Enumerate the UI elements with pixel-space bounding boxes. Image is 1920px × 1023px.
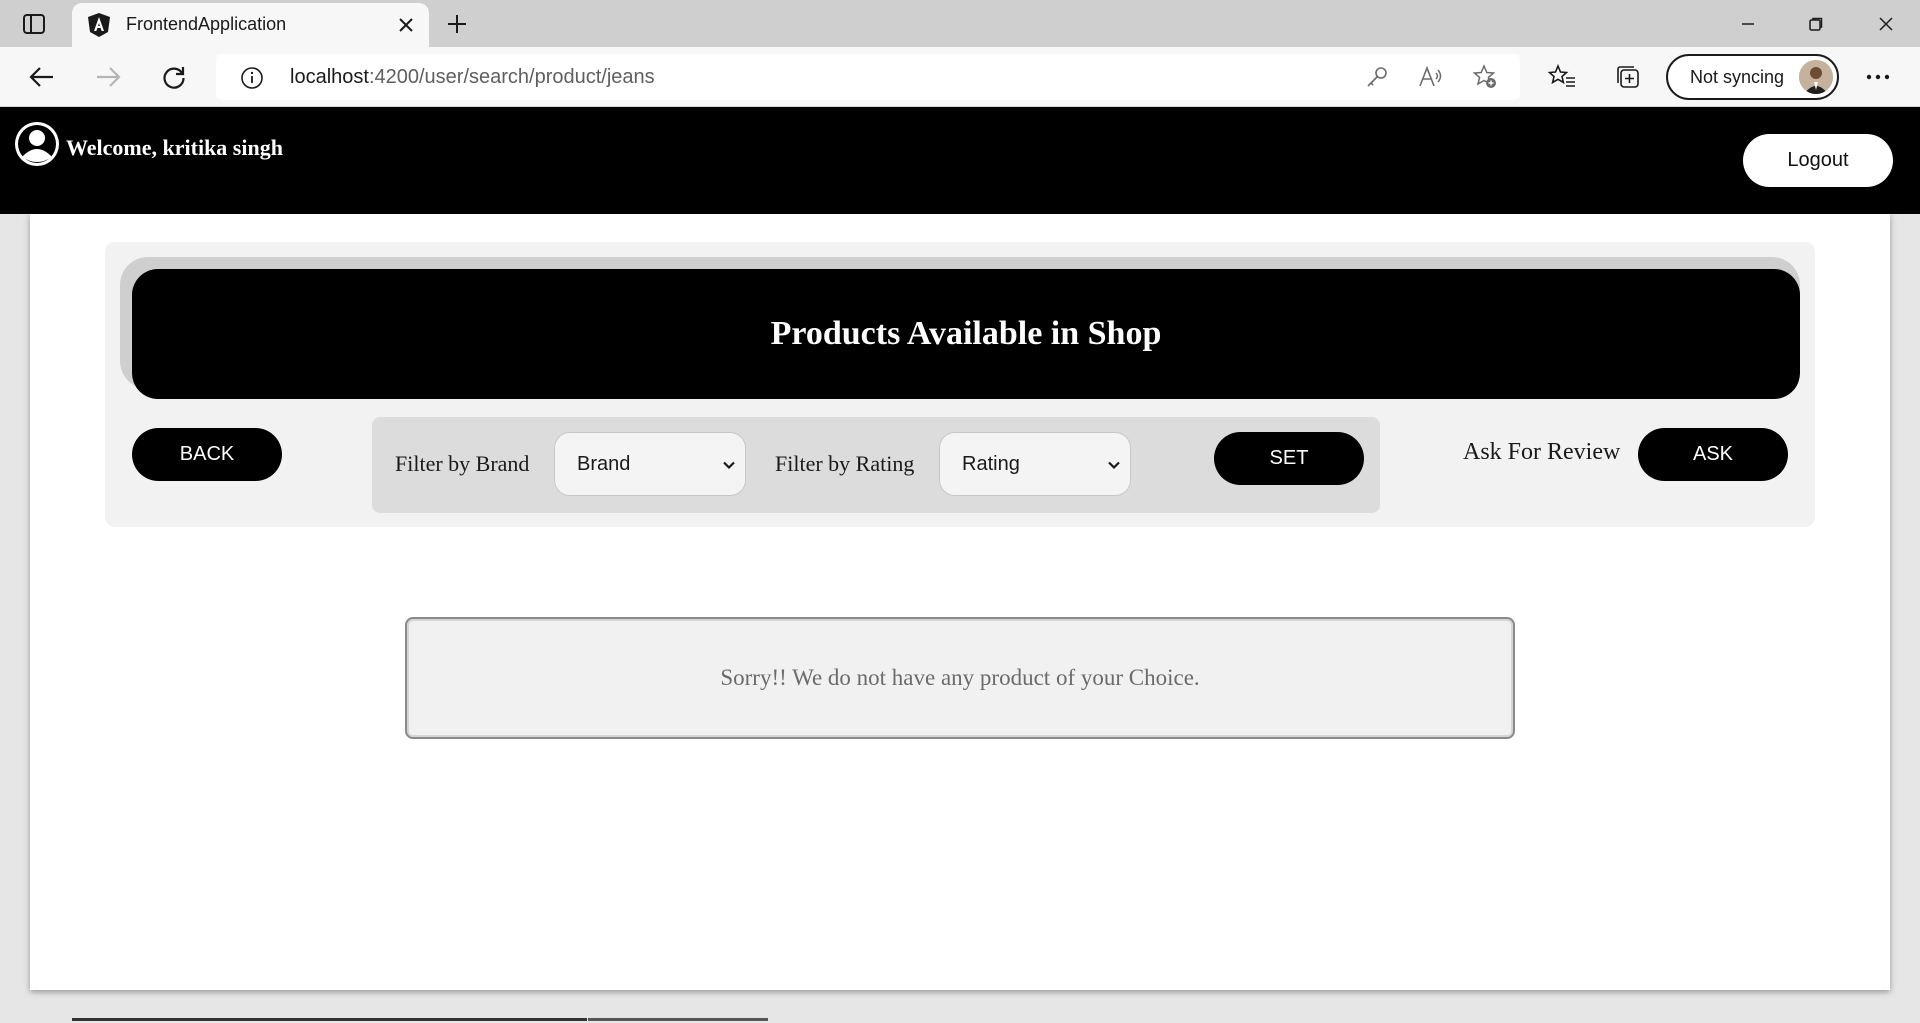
app-header: Welcome, kritika singh Logout xyxy=(0,107,1920,214)
strip-segment xyxy=(72,1018,587,1021)
site-info-icon[interactable] xyxy=(240,66,264,90)
welcome-text: Welcome, kritika singh xyxy=(66,135,283,160)
brand-filter-label: Filter by Brand xyxy=(395,451,530,476)
brand-select[interactable]: Brand xyxy=(554,432,746,496)
url-text: localhost:4200/user/search/product/jeans xyxy=(290,66,655,89)
minimize-icon[interactable] xyxy=(1714,0,1782,47)
url-host: localhost xyxy=(290,66,369,88)
browser-toolbar: localhost:4200/user/search/product/jeans… xyxy=(0,47,1920,107)
close-window-icon[interactable] xyxy=(1852,0,1920,47)
brand-select-value: Brand xyxy=(577,453,631,475)
key-icon[interactable] xyxy=(1364,64,1390,90)
ask-review-label: Ask For Review xyxy=(1463,439,1621,465)
close-tab-icon[interactable] xyxy=(393,12,419,38)
set-filter-button[interactable]: SET xyxy=(1214,432,1364,485)
user-circle-icon xyxy=(14,121,60,167)
logout-button[interactable]: Logout xyxy=(1743,134,1893,187)
reload-icon[interactable] xyxy=(156,59,192,95)
read-aloud-icon[interactable] xyxy=(1418,64,1444,90)
filter-panel: Products Available in Shop BACK Filter b… xyxy=(105,242,1815,527)
forward-arrow-icon xyxy=(90,59,126,95)
profile-status-label: Not syncing xyxy=(1690,67,1785,87)
tab-title: FrontendApplication xyxy=(126,14,287,34)
page-banner: Products Available in Shop xyxy=(132,269,1800,399)
rating-filter-label: Filter by Rating xyxy=(775,451,915,476)
ask-review-button[interactable]: ASK xyxy=(1638,428,1788,481)
chevron-down-icon xyxy=(721,457,737,473)
bottom-strip xyxy=(0,1015,1920,1023)
browser-tab-bar: FrontendApplication xyxy=(0,0,1920,47)
url-path: :4200/user/search/product/jeans xyxy=(368,66,655,88)
filter-controls: Filter by Brand Brand Filter by Rating R… xyxy=(372,417,1380,513)
back-arrow-icon[interactable] xyxy=(24,59,60,95)
back-button[interactable]: BACK xyxy=(132,428,282,481)
profile-button[interactable]: Not syncing xyxy=(1666,54,1839,100)
angular-logo-icon xyxy=(86,12,112,38)
new-tab-icon[interactable] xyxy=(440,8,474,40)
empty-results-message: Sorry!! We do not have any product of yo… xyxy=(720,665,1200,690)
restore-icon[interactable] xyxy=(1782,0,1850,47)
rating-select-value: Rating xyxy=(962,453,1020,475)
strip-segment xyxy=(588,1018,768,1021)
address-bar[interactable]: localhost:4200/user/search/product/jeans xyxy=(216,54,1520,100)
browser-tab[interactable]: FrontendApplication xyxy=(72,3,429,47)
profile-avatar xyxy=(1799,60,1833,94)
more-menu-icon[interactable] xyxy=(1860,59,1896,95)
page-title: Products Available in Shop xyxy=(770,315,1162,352)
tab-actions-icon[interactable] xyxy=(18,10,50,38)
collections-icon[interactable] xyxy=(1610,59,1646,95)
empty-results-box: Sorry!! We do not have any product of yo… xyxy=(405,617,1515,739)
chevron-down-icon xyxy=(1106,457,1122,473)
favorites-icon[interactable] xyxy=(1544,59,1580,95)
add-favorite-icon[interactable] xyxy=(1472,64,1498,90)
rating-select[interactable]: Rating xyxy=(939,432,1131,496)
